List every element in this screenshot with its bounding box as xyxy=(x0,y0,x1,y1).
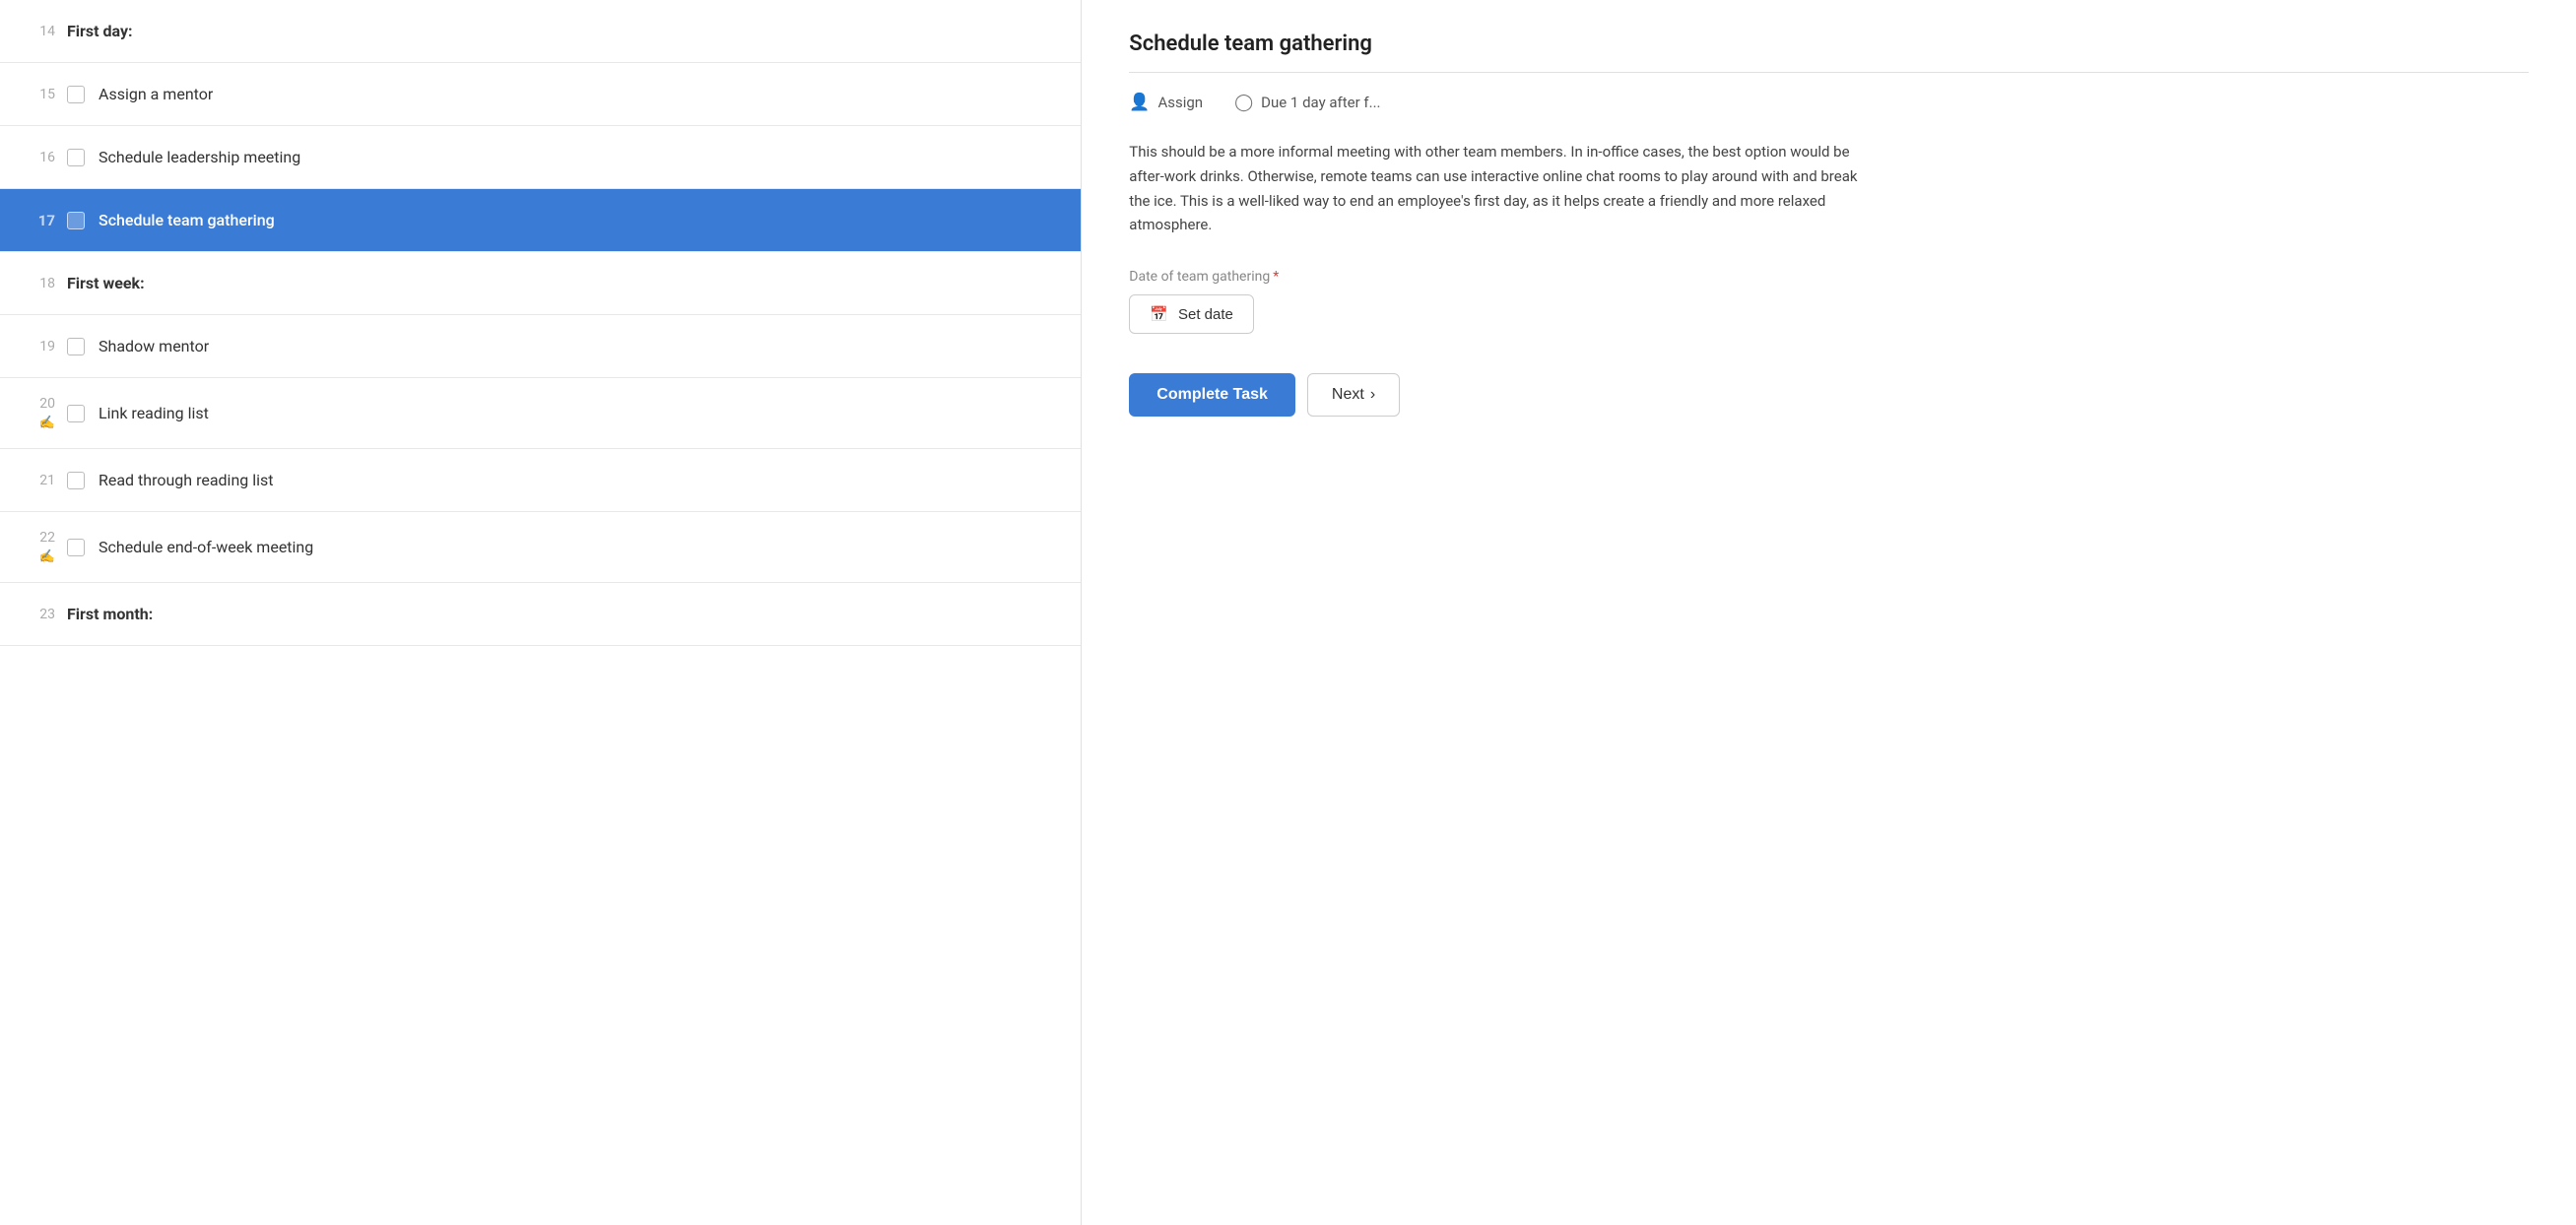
assign-meta[interactable]: 👤 Assign xyxy=(1129,93,1203,112)
task-checkbox-15[interactable] xyxy=(67,86,85,103)
section-title-23: First month: xyxy=(67,605,153,623)
task-row-15[interactable]: 15 Assign a mentor xyxy=(0,63,1081,126)
assign-label: Assign xyxy=(1157,94,1203,111)
task-row-16[interactable]: 16 Schedule leadership meeting xyxy=(0,126,1081,189)
task-row-17[interactable]: 17 Schedule team gathering xyxy=(0,189,1081,252)
due-meta: ◯ Due 1 day after f... xyxy=(1234,93,1380,112)
task-detail-panel: Schedule team gathering 👤 Assign ◯ Due 1… xyxy=(1082,0,2576,1225)
detail-title: Schedule team gathering xyxy=(1129,32,2529,73)
complete-task-button[interactable]: Complete Task xyxy=(1129,373,1295,417)
task-row-21[interactable]: 21 Read through reading list xyxy=(0,449,1081,512)
section-header-18: 18 First week: xyxy=(0,252,1081,315)
row-number-15: 15 xyxy=(20,87,55,102)
task-label-16: Schedule leadership meeting xyxy=(99,148,300,166)
row-number-18: 18 xyxy=(20,276,55,291)
row-number-20: 20 ✍ xyxy=(20,396,55,430)
row-number-19: 19 xyxy=(20,339,55,355)
set-date-button[interactable]: 📅 Set date xyxy=(1129,294,1254,334)
task-row-22[interactable]: 22 ✍ Schedule end-of-week meeting xyxy=(0,512,1081,583)
task-row-19[interactable]: 19 Shadow mentor xyxy=(0,315,1081,378)
row-number-21: 21 xyxy=(20,473,55,488)
section-header-14: 14 First day: xyxy=(0,0,1081,63)
section-header-23: 23 First month: xyxy=(0,583,1081,646)
clock-icon: ◯ xyxy=(1234,93,1253,112)
task-label-17: Schedule team gathering xyxy=(99,211,275,229)
task-label-21: Read through reading list xyxy=(99,471,274,489)
task-checkbox-19[interactable] xyxy=(67,338,85,355)
task-checkbox-16[interactable] xyxy=(67,149,85,166)
task-list-panel: 14 First day: 15 Assign a mentor 16 Sche… xyxy=(0,0,1082,1225)
task-label-22: Schedule end-of-week meeting xyxy=(99,538,313,556)
action-row: Complete Task Next › xyxy=(1129,373,2529,417)
row-number-17: 17 xyxy=(20,212,55,229)
section-title-14: First day: xyxy=(67,22,133,40)
chevron-right-icon: › xyxy=(1370,386,1375,404)
calendar-icon: 📅 xyxy=(1150,305,1168,323)
task-checkbox-20[interactable] xyxy=(67,405,85,422)
task-checkbox-22[interactable] xyxy=(67,539,85,556)
set-date-label: Set date xyxy=(1178,306,1233,323)
task-row-20[interactable]: 20 ✍ Link reading list xyxy=(0,378,1081,449)
description: This should be a more informal meeting w… xyxy=(1129,140,1878,237)
due-label: Due 1 day after f... xyxy=(1261,94,1380,111)
drag-handle-icon: ✍ xyxy=(39,416,55,430)
section-title-18: First week: xyxy=(67,274,145,292)
row-number-16: 16 xyxy=(20,150,55,165)
task-checkbox-17[interactable] xyxy=(67,212,85,229)
task-label-20: Link reading list xyxy=(99,404,209,422)
task-checkbox-21[interactable] xyxy=(67,472,85,489)
date-field-label: Date of team gathering* xyxy=(1129,269,2529,285)
row-number-14: 14 xyxy=(20,24,55,39)
assign-icon: 👤 xyxy=(1129,93,1150,112)
next-button[interactable]: Next › xyxy=(1307,373,1400,417)
drag-handle-icon: ✍ xyxy=(39,549,55,564)
task-label-19: Shadow mentor xyxy=(99,337,209,355)
task-label-15: Assign a mentor xyxy=(99,85,213,103)
row-number-23: 23 xyxy=(20,607,55,622)
meta-row: 👤 Assign ◯ Due 1 day after f... xyxy=(1129,93,2529,112)
next-label: Next xyxy=(1332,386,1364,404)
row-number-22: 22 ✍ xyxy=(20,530,55,564)
